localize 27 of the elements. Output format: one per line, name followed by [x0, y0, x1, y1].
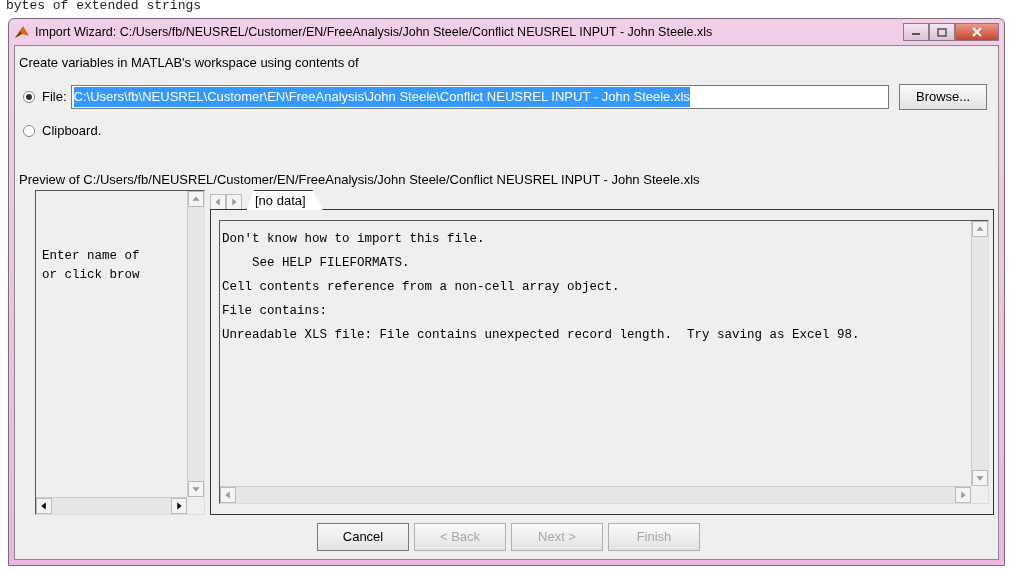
file-path-text: C:\Users\fb\NEUSREL\Customer\EN\FreeAnalysis\John Steele\Conflict NEUSREL INPUT - John Steele.xls	[73, 87, 690, 107]
minimize-button[interactable]	[903, 23, 929, 41]
browse-button[interactable]: Browse...	[899, 84, 988, 110]
radio-label[interactable]: Clipboard.	[42, 121, 102, 141]
message-text: Cell contents reference from a non-cell array object.	[222, 279, 621, 296]
maximize-button[interactable]	[929, 23, 955, 41]
radio-button[interactable]	[23, 91, 35, 103]
close-icon	[972, 27, 982, 37]
message-text: See HELP FILEFORMATS.	[251, 255, 411, 272]
message-text: Don't know how to import this file.	[222, 231, 486, 248]
preview-text: Enter name of	[42, 248, 141, 265]
message-text: Unreadable XLS file: File contains unexpected record length. Try saving as Excel 98.	[222, 327, 861, 344]
radio-label[interactable]: File:	[42, 87, 67, 107]
vertical-scrollbar[interactable]	[971, 221, 988, 486]
intro-text: Create variables in MATLAB's workspace using contents of	[19, 54, 360, 73]
vertical-scrollbar[interactable]	[187, 191, 204, 497]
message-text: File contains:	[222, 303, 329, 320]
maximize-icon	[937, 27, 947, 37]
wizard-button[interactable]: Cancel	[317, 523, 409, 551]
preview-label: Preview of C:/Users/fb/NEUSREL/Customer/EN/FreeAnalysis/John Steele/Conflict NEUSREL INPUT - John Steele.xls	[19, 171, 701, 189]
horizontal-scrollbar[interactable]	[36, 497, 187, 514]
radio-button[interactable]	[23, 125, 35, 137]
tab[interactable]: [no data]	[246, 190, 323, 210]
preview-text: or click brow	[42, 266, 141, 284]
close-button[interactable]	[955, 23, 999, 41]
window-title: Import Wizard: C:/Users/fb/NEUSREL/Customer/EN/FreeAnalysis/John Steele/Conflict NEUSREL INPUT - John Steele.xls	[35, 23, 713, 41]
console-text: bytes of extended strings	[5, 0, 203, 15]
